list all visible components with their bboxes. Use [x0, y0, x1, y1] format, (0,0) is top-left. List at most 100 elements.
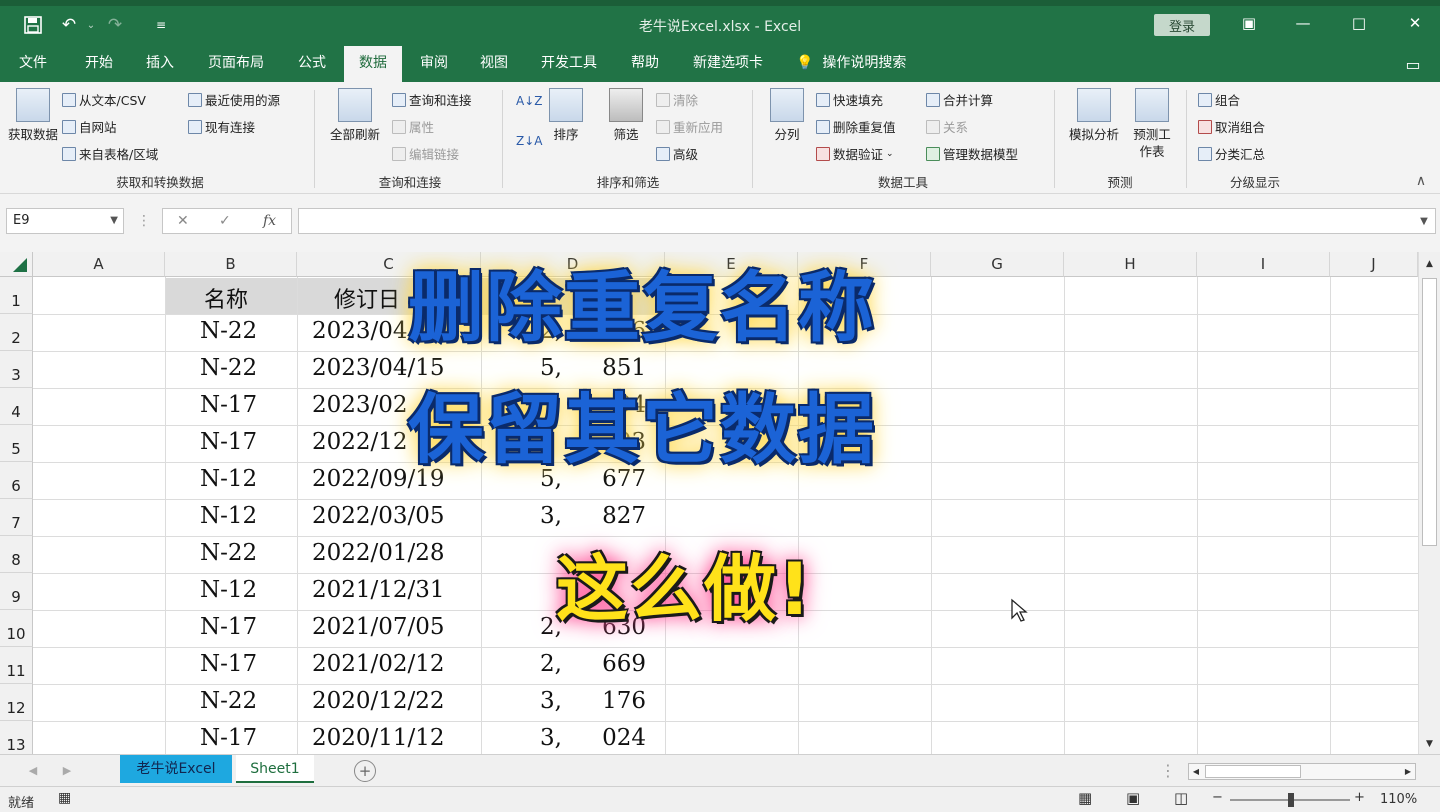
flash-fill-button[interactable]: 快速填充 — [816, 90, 883, 109]
row-header[interactable]: 6 — [0, 462, 33, 499]
sort-asc-icon[interactable]: A↓Z — [516, 94, 542, 108]
advanced-button[interactable]: 高级 — [656, 144, 698, 163]
table-cell[interactable]: 024 — [602, 725, 646, 751]
zoom-slider-thumb[interactable] — [1288, 793, 1294, 807]
prev-sheet-icon[interactable]: ◀ — [24, 761, 42, 779]
tab-new[interactable]: 新建选项卡 — [682, 46, 774, 82]
table-cell[interactable]: 2022/01/28 — [312, 540, 445, 566]
what-if-button[interactable]: 模拟分析 — [1062, 88, 1126, 143]
comments-icon[interactable]: ▭ — [1400, 52, 1426, 76]
scroll-down-icon[interactable]: ▼ — [1419, 736, 1440, 752]
zoom-in-icon[interactable]: + — [1354, 790, 1365, 805]
undo-dropdown-icon[interactable]: ⌄ — [78, 12, 104, 38]
tab-split-icon[interactable]: ⋮ — [1160, 761, 1176, 780]
table-cell[interactable]: N-22 — [200, 355, 257, 381]
tab-data[interactable]: 数据 — [344, 46, 402, 82]
existing-connections-button[interactable]: 现有连接 — [188, 117, 255, 136]
filter-button[interactable]: 筛选 — [604, 88, 648, 143]
scroll-up-icon[interactable]: ▲ — [1419, 256, 1440, 272]
page-break-view-icon[interactable]: ◫ — [1174, 789, 1188, 807]
text-to-columns-button[interactable]: 分列 — [766, 88, 808, 143]
recent-sources-button[interactable]: 最近使用的源 — [188, 90, 280, 109]
from-web-button[interactable]: 自网站 — [62, 117, 117, 136]
table-cell[interactable]: N-22 — [200, 318, 257, 344]
tab-home[interactable]: 开始 — [74, 46, 124, 82]
chevron-down-icon[interactable]: ▼ — [110, 209, 118, 233]
from-table-button[interactable]: 来自表格/区域 — [62, 144, 158, 163]
table-cell[interactable]: N-17 — [200, 429, 257, 455]
table-cell[interactable]: 3, — [540, 725, 562, 751]
tab-review[interactable]: 审阅 — [408, 46, 460, 82]
enter-icon[interactable]: ✓ — [219, 213, 231, 229]
sheet-tab-sheet1[interactable]: Sheet1 — [236, 755, 314, 783]
table-cell[interactable]: 2021/07/05 — [312, 614, 445, 640]
ungroup-button[interactable]: 取消组合 — [1198, 117, 1265, 136]
column-header[interactable]: H — [1064, 252, 1197, 277]
from-text-csv-button[interactable]: 从文本/CSV — [62, 90, 146, 109]
row-header[interactable]: 4 — [0, 388, 33, 425]
table-cell[interactable]: N-12 — [200, 577, 257, 603]
insert-function-icon[interactable]: fx — [263, 213, 276, 229]
clear-button[interactable]: 清除 — [656, 90, 698, 109]
worksheet-grid[interactable]: ABCDEFGHIJ 1 2 3 4 5 6 7 8 9 10 11 12 13 名称 修订日 N-22… — [0, 252, 1440, 754]
table-cell[interactable]: 669 — [602, 651, 646, 677]
add-sheet-icon[interactable]: + — [354, 760, 376, 782]
group-button[interactable]: 组合 — [1198, 90, 1240, 109]
consolidate-button[interactable]: 合并计算 — [926, 90, 993, 109]
table-cell[interactable]: N-17 — [200, 651, 257, 677]
tab-insert[interactable]: 插入 — [134, 46, 186, 82]
zoom-level[interactable]: 110% — [1380, 792, 1417, 807]
manage-data-model-button[interactable]: 管理数据模型 — [926, 144, 1018, 163]
close-icon[interactable]: ✕ — [1400, 10, 1430, 36]
row-header[interactable]: 1 — [0, 277, 33, 314]
table-cell[interactable]: N-17 — [200, 614, 257, 640]
select-all-button[interactable] — [0, 252, 33, 277]
table-cell[interactable]: 2020/12/22 — [312, 688, 445, 714]
row-header[interactable]: 9 — [0, 573, 33, 610]
macro-record-icon[interactable]: ▦ — [58, 790, 71, 806]
table-cell[interactable]: N-17 — [200, 725, 257, 751]
formula-input[interactable] — [298, 208, 1436, 234]
table-cell[interactable]: N-22 — [200, 688, 257, 714]
save-icon[interactable] — [20, 12, 46, 38]
table-cell[interactable]: 2021/12/31 — [312, 577, 445, 603]
next-sheet-icon[interactable]: ▶ — [58, 761, 76, 779]
vertical-scroll-thumb[interactable] — [1422, 278, 1437, 546]
refresh-all-button[interactable]: 全部刷新 — [324, 88, 386, 143]
table-cell[interactable]: 2, — [540, 651, 562, 677]
forecast-sheet-button[interactable]: 预测工作表 — [1128, 88, 1176, 160]
edit-links-button[interactable]: 编辑链接 — [392, 144, 459, 163]
table-cell[interactable]: 827 — [602, 503, 646, 529]
column-header[interactable]: B — [165, 252, 297, 277]
row-header[interactable]: 8 — [0, 536, 33, 573]
row-header[interactable]: 3 — [0, 351, 33, 388]
column-header[interactable]: I — [1197, 252, 1330, 277]
collapse-ribbon-icon[interactable]: ∧ — [1410, 172, 1432, 190]
row-header[interactable]: 2 — [0, 314, 33, 351]
scroll-left-icon[interactable]: ◀ — [1189, 764, 1203, 779]
tab-help[interactable]: 帮助 — [620, 46, 670, 82]
horizontal-scrollbar[interactable]: ◀ ▶ — [1188, 763, 1416, 780]
row-header[interactable]: 13 — [0, 721, 33, 754]
column-header[interactable]: J — [1330, 252, 1418, 277]
header-cell-name[interactable]: 名称 — [204, 282, 248, 314]
sort-button[interactable]: 排序 — [546, 88, 586, 143]
reapply-button[interactable]: 重新应用 — [656, 117, 723, 136]
table-cell[interactable]: N-12 — [200, 466, 257, 492]
relationships-button[interactable]: 关系 — [926, 117, 968, 136]
expand-formula-icon[interactable]: ▼ — [1416, 212, 1432, 230]
zoom-out-icon[interactable]: − — [1212, 790, 1223, 805]
queries-connections-button[interactable]: 查询和连接 — [392, 90, 472, 109]
table-cell[interactable]: 2023/02 — [312, 392, 408, 418]
row-header[interactable]: 12 — [0, 684, 33, 721]
table-cell[interactable]: 2021/02/12 — [312, 651, 445, 677]
customize-icon[interactable]: ≡ — [148, 12, 174, 38]
horizontal-scroll-thumb[interactable] — [1205, 765, 1301, 778]
table-cell[interactable]: 2022/12 — [312, 429, 408, 455]
normal-view-icon[interactable]: ▦ — [1078, 789, 1092, 807]
scroll-right-icon[interactable]: ▶ — [1401, 764, 1415, 779]
remove-duplicates-button[interactable]: 删除重复值 — [816, 117, 896, 136]
row-header[interactable]: 5 — [0, 425, 33, 462]
ribbon-options-icon[interactable]: ▣ — [1234, 10, 1264, 36]
tab-page-layout[interactable]: 页面布局 — [198, 46, 274, 82]
